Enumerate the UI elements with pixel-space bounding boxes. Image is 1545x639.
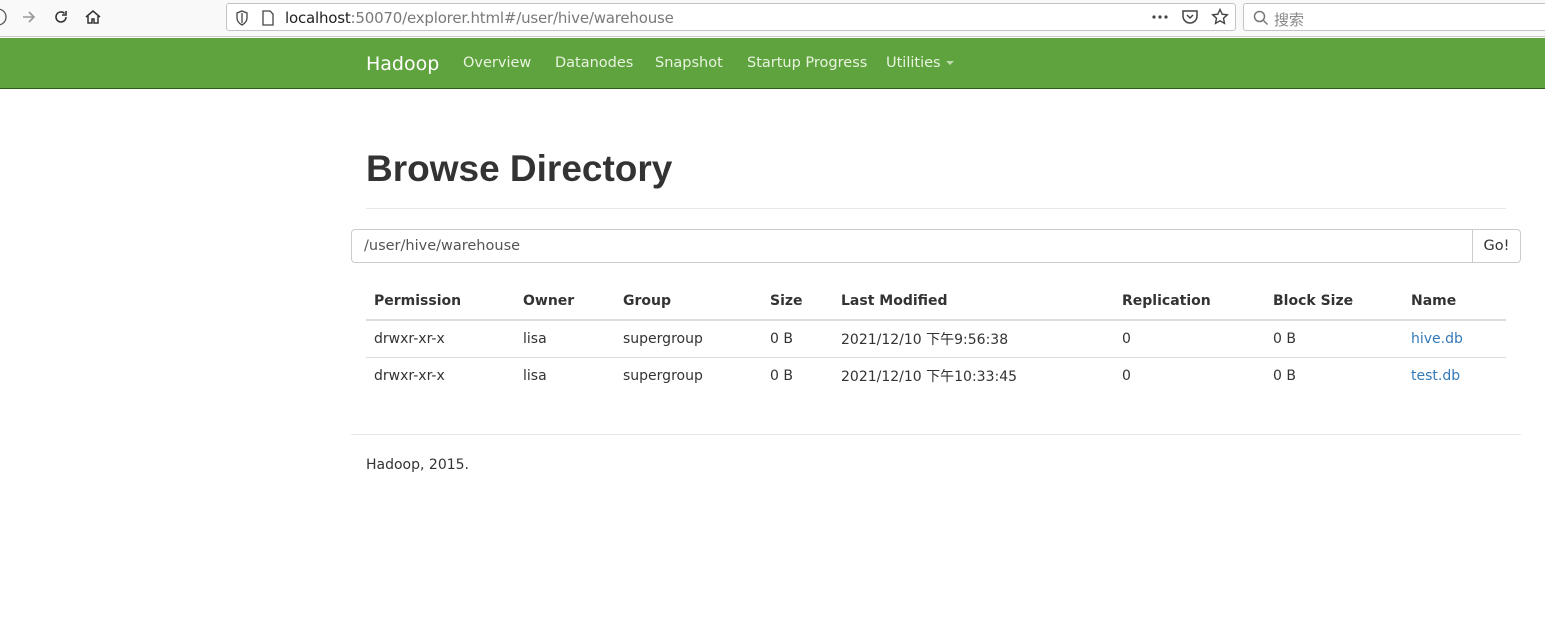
caret-down-icon — [945, 61, 954, 65]
go-button[interactable]: Go! — [1472, 229, 1521, 263]
forward-button[interactable] — [16, 5, 42, 29]
reload-button[interactable] — [48, 5, 74, 29]
directory-path-input[interactable]: /user/hive/warehouse — [351, 229, 1474, 263]
name-cell: test.db — [1403, 357, 1506, 394]
name-cell: hive.db — [1403, 320, 1506, 358]
table-header-row: Permission Owner Group Size Last Modifie… — [366, 283, 1506, 321]
browser-toolbar: localhost:50070/explorer.html#/user/hive… — [0, 0, 1545, 37]
footer-text: Hadoop, 2015. — [366, 457, 469, 473]
block-size-cell: 0 B — [1273, 367, 1296, 384]
back-arrow-icon — [0, 8, 7, 26]
url-path: :50070/explorer.html#/user/hive/warehous… — [350, 9, 674, 27]
column-header[interactable]: Block Size — [1265, 283, 1403, 321]
title-divider — [366, 208, 1506, 209]
table-row: drwxr-xr-x lisa supergroup 0 B 2021/12/1… — [366, 357, 1506, 394]
home-button[interactable] — [80, 5, 106, 29]
page-title: Browse Directory — [366, 148, 673, 189]
directory-table: Permission Owner Group Size Last Modifie… — [366, 283, 1506, 394]
column-header[interactable]: Size — [762, 283, 833, 321]
group-cell: supergroup — [623, 367, 703, 384]
group-cell: supergroup — [615, 320, 762, 358]
url-text: localhost:50070/explorer.html#/user/hive… — [285, 9, 674, 27]
permission-cell: drwxr-xr-x — [374, 367, 445, 384]
column-header[interactable]: Permission — [366, 283, 515, 321]
nav-overview[interactable]: Overview — [463, 55, 531, 71]
size-cell: 0 B — [770, 367, 793, 384]
nav-startup-progress[interactable]: Startup Progress — [747, 55, 867, 71]
search-icon — [1253, 10, 1269, 26]
url-actions — [1151, 8, 1229, 26]
column-header[interactable]: Owner — [515, 283, 615, 321]
footer-divider — [351, 434, 1521, 435]
modified-cell: 2021/12/10 下午10:33:45 — [841, 368, 1018, 385]
replication-cell: 0 — [1122, 367, 1131, 384]
nav-utilities[interactable]: Utilities — [886, 55, 954, 71]
more-actions-icon[interactable] — [1151, 8, 1169, 26]
address-bar[interactable]: localhost:50070/explorer.html#/user/hive… — [226, 3, 1236, 31]
column-header[interactable]: Name — [1403, 283, 1506, 321]
column-header[interactable]: Replication — [1114, 283, 1265, 321]
column-header[interactable]: Group — [615, 283, 762, 321]
browser-search[interactable]: 搜索 — [1243, 3, 1545, 31]
file-link[interactable]: test.db — [1411, 368, 1460, 384]
owner-cell: lisa — [515, 320, 615, 358]
permission-cell: drwxr-xr-x — [366, 320, 515, 358]
home-icon — [85, 10, 101, 24]
brand-link[interactable]: Hadoop — [366, 53, 439, 75]
back-button[interactable] — [0, 5, 14, 29]
owner-cell: lisa — [523, 367, 547, 384]
nav-datanodes[interactable]: Datanodes — [555, 55, 633, 71]
search-placeholder: 搜索 — [1274, 11, 1305, 29]
block-size-cell: 0 B — [1265, 320, 1403, 358]
table-row: drwxr-xr-x lisa supergroup 0 B 2021/12/1… — [366, 320, 1506, 358]
pocket-icon[interactable] — [1181, 8, 1199, 26]
nav-utilities-label: Utilities — [886, 55, 941, 71]
nav-snapshot[interactable]: Snapshot — [655, 55, 723, 71]
shield-icon[interactable] — [235, 10, 249, 26]
hadoop-navbar: Hadoop Overview Datanodes Snapshot Start… — [0, 38, 1545, 89]
bookmark-star-icon[interactable] — [1211, 8, 1229, 26]
file-link[interactable]: hive.db — [1411, 331, 1463, 347]
forward-arrow-icon — [23, 11, 36, 23]
url-host: localhost — [285, 9, 351, 27]
size-cell: 0 B — [762, 320, 833, 358]
page-info-icon[interactable] — [261, 10, 275, 26]
reload-icon — [55, 11, 67, 23]
column-header[interactable]: Last Modified — [833, 283, 1114, 321]
modified-cell: 2021/12/10 下午9:56:38 — [833, 320, 1114, 358]
replication-cell: 0 — [1114, 320, 1265, 358]
